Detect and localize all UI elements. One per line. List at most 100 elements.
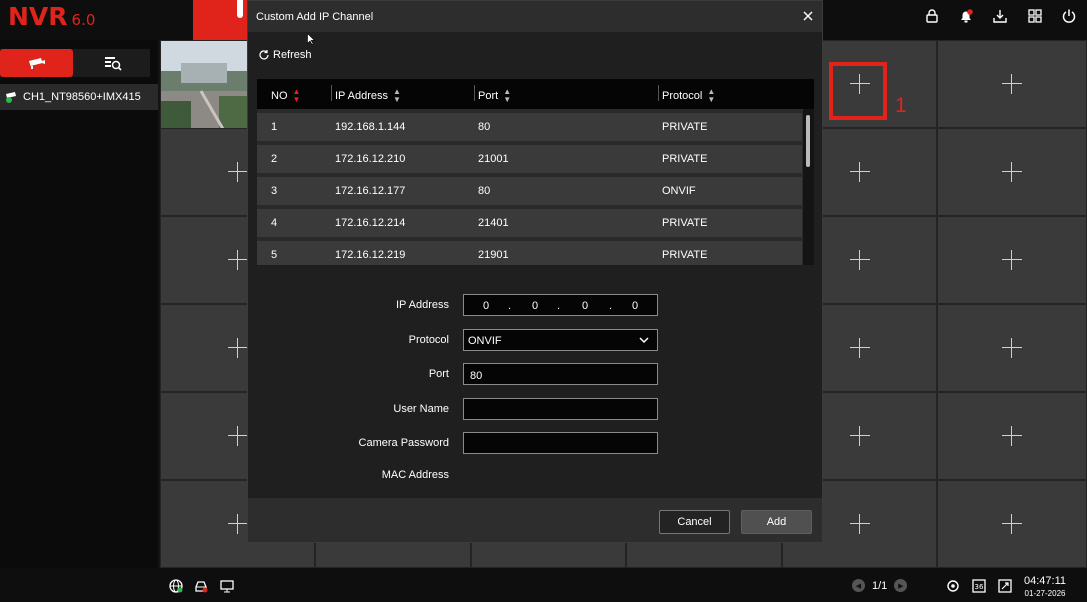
cell-ip: 172.16.12.210 (335, 153, 406, 165)
channel-cell[interactable] (937, 40, 1087, 128)
next-page-button[interactable]: ▶ (894, 579, 908, 592)
cell-port: 21901 (478, 249, 509, 261)
add-channel-plus-icon[interactable] (227, 514, 248, 534)
table-row[interactable]: 4 172.16.12.214 21401 PRIVATE (257, 209, 802, 237)
tab-search-devices[interactable] (75, 49, 150, 77)
cell-protocol: PRIVATE (662, 153, 708, 165)
channel-cell[interactable] (937, 304, 1087, 392)
refresh-button[interactable]: Refresh (258, 49, 312, 61)
cell-port: 80 (478, 185, 491, 197)
left-panel-tabs (0, 49, 150, 77)
search-device-icon (104, 57, 122, 71)
ip-octet-4[interactable]: 0 (627, 300, 643, 312)
add-channel-plus-icon[interactable] (227, 250, 248, 270)
protocol-label: Protocol (408, 334, 449, 346)
scrollbar-thumb[interactable] (806, 115, 810, 167)
table-row[interactable]: 5 172.16.12.219 21901 PRIVATE (257, 241, 802, 265)
column-header-no[interactable]: NO ▲ ▼ (271, 88, 300, 104)
mac-address-label: MAC Address (381, 469, 449, 481)
prev-page-button[interactable]: ◀ (852, 579, 865, 592)
fullscreen-icon[interactable] (998, 579, 1012, 593)
cell-no: 2 (271, 153, 278, 165)
ip-address-input[interactable]: 0 . 0 . 0 . 0 (463, 294, 658, 316)
port-label: Port (428, 368, 449, 380)
add-channel-plus-icon[interactable] (1002, 74, 1022, 94)
bottom-bar: ◀ 1/1 ▶ 36 04:47:11 01-27-2026 (0, 568, 1087, 602)
table-row[interactable]: 1 192.168.1.144 80 PRIVATE (257, 113, 802, 141)
channel-cell[interactable] (937, 128, 1087, 216)
cell-port: 21401 (478, 217, 509, 229)
table-scrollbar[interactable] (803, 109, 814, 265)
tab-camera-list[interactable] (0, 49, 73, 77)
cell-protocol: PRIVATE (662, 217, 708, 229)
add-channel-plus-icon[interactable] (849, 250, 870, 270)
add-channel-plus-icon[interactable] (227, 162, 248, 182)
monitor-icon[interactable] (220, 579, 234, 593)
port-input[interactable]: 80 (463, 363, 658, 385)
channel-label: CH1_NT98560+IMX415 (23, 91, 141, 103)
cell-protocol: ONVIF (662, 185, 696, 197)
left-panel: CH1_NT98560+IMX415 (0, 40, 158, 568)
hard-disk-icon[interactable] (194, 579, 208, 593)
add-channel-plus-icon[interactable] (1002, 514, 1022, 534)
refresh-icon (259, 50, 269, 60)
clock-time: 04:47:11 (1024, 575, 1067, 587)
add-channel-plus-icon[interactable] (227, 338, 248, 358)
channel-cell[interactable] (937, 216, 1087, 304)
add-channel-plus-icon[interactable] (849, 162, 870, 182)
system-clock: 04:47:11 01-27-2026 (1024, 575, 1066, 598)
add-channel-plus-icon[interactable] (849, 514, 870, 534)
add-button[interactable]: Add (741, 510, 812, 534)
version-label: 6.0 (71, 11, 96, 29)
camera-password-label: Camera Password (358, 437, 449, 449)
table-row[interactable]: 3 172.16.12.177 80 ONVIF (257, 177, 802, 205)
add-channel-plus-icon[interactable] (1002, 338, 1022, 358)
user-name-input[interactable] (463, 398, 658, 420)
close-icon[interactable] (801, 9, 815, 23)
online-camera-icon (6, 92, 16, 103)
svg-text:36: 36 (975, 583, 984, 591)
camera-preview-thumbnail[interactable] (161, 41, 247, 129)
cell-port: 80 (478, 121, 491, 133)
ip-octet-1[interactable]: 0 (478, 300, 494, 312)
add-channel-plus-icon[interactable] (227, 426, 248, 446)
camera-password-input[interactable] (463, 432, 658, 454)
dialog-title: Custom Add IP Channel (248, 1, 822, 32)
channel-cell[interactable] (937, 480, 1087, 568)
cell-ip: 172.16.12.214 (335, 217, 406, 229)
download-icon[interactable] (989, 5, 1011, 27)
cycle-icon[interactable] (946, 579, 960, 593)
add-channel-plus-icon[interactable] (1002, 162, 1022, 182)
add-channel-plus-icon[interactable] (849, 338, 870, 358)
protocol-selected-value: ONVIF (468, 335, 502, 347)
add-channel-plus-icon[interactable] (1002, 250, 1022, 270)
network-globe-icon[interactable] (169, 579, 183, 593)
ip-octet-3[interactable]: 0 (577, 300, 593, 312)
lock-icon[interactable] (921, 5, 943, 27)
nvr-logo: NVR 6.0 (8, 2, 96, 31)
cancel-button[interactable]: Cancel (659, 510, 730, 534)
column-header-protocol[interactable]: Protocol ▲ ▼ (658, 85, 715, 104)
protocol-select[interactable]: ONVIF (463, 329, 658, 351)
cell-no: 4 (271, 217, 278, 229)
layout-grid-icon[interactable] (1024, 5, 1046, 27)
annotation-number-1: 1 (895, 94, 907, 117)
channel-cell[interactable] (937, 392, 1087, 480)
table-row[interactable]: 2 172.16.12.210 21001 PRIVATE (257, 145, 802, 173)
mouse-cursor-icon (307, 33, 315, 45)
alarm-bell-icon[interactable] (955, 5, 977, 27)
live-view-tab[interactable] (193, 0, 250, 40)
column-header-port[interactable]: Port ▲ ▼ (474, 85, 511, 104)
chevron-down-icon (639, 337, 649, 344)
cell-port: 21001 (478, 153, 509, 165)
add-channel-plus-icon[interactable] (849, 426, 870, 446)
split-screen-icon[interactable]: 36 (972, 579, 986, 593)
add-channel-plus-icon[interactable] (1002, 426, 1022, 446)
cell-no: 3 (271, 185, 278, 197)
nvr-app: NVR 6.0 CH1_NT98560+IMX415 1 ◀ 1/1 ▶ 36 … (0, 0, 1087, 602)
ip-octet-2[interactable]: 0 (527, 300, 543, 312)
column-header-ip[interactable]: IP Address ▲ ▼ (331, 85, 401, 104)
cell-no: 1 (271, 121, 278, 133)
channel-item[interactable]: CH1_NT98560+IMX415 (0, 84, 158, 110)
power-icon[interactable] (1058, 5, 1080, 27)
